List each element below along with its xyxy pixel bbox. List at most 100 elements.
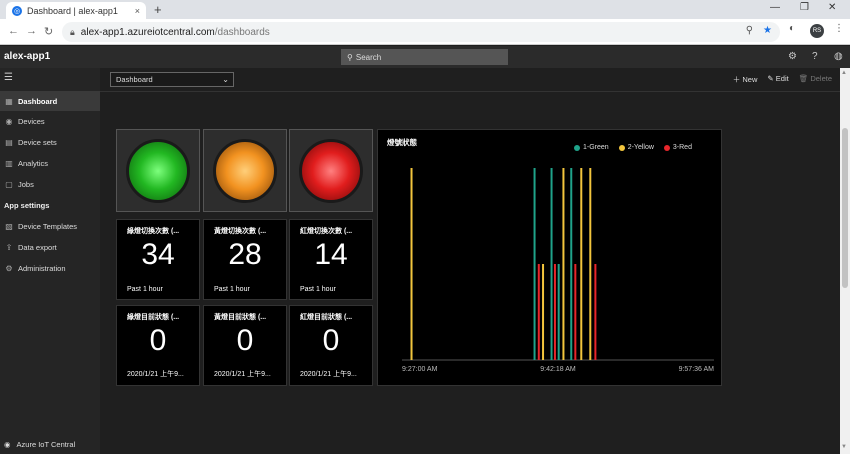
sidebar-section-app-settings: App settings xyxy=(4,201,50,210)
yellow-light-image xyxy=(213,138,277,203)
app-name[interactable]: alex-app1 xyxy=(4,51,50,62)
admin-icon: ⚙ xyxy=(5,263,13,273)
red-switch-count-tile[interactable]: 紅燈切換次數 (... 14 Past 1 hour xyxy=(289,219,373,300)
iot-central-brand[interactable]: ◉ Azure IoT Central xyxy=(4,440,75,449)
green-current-state-tile[interactable]: 綠燈目前狀態 (... 0 2020/1/21 上午9... xyxy=(116,305,200,386)
iot-central-favicon-icon: ◎ xyxy=(12,5,22,16)
scroll-down-icon[interactable]: ▼ xyxy=(841,444,847,450)
device-sets-icon: ▤ xyxy=(5,137,13,147)
x-tick-label: 9:42:18 AM xyxy=(540,366,576,373)
bookmark-star-icon[interactable]: ★ xyxy=(763,25,772,36)
sidebar-item-devices[interactable]: ◉ Devices xyxy=(0,111,100,131)
sidebar-item-label: Devices xyxy=(18,116,45,126)
brand-label: Azure IoT Central xyxy=(16,440,76,449)
account-icon[interactable]: ◍ xyxy=(834,51,843,62)
sidebar-item-dashboard[interactable]: ▦ Dashboard xyxy=(0,91,100,111)
address-bar[interactable]: 🔒︎ alex-app1.azureiotcentral.com/dashboa… xyxy=(62,22,780,42)
kpi-timestamp: 2020/1/21 上午9... xyxy=(214,371,271,378)
delete-label: Delete xyxy=(810,74,832,83)
new-tab-button[interactable]: + xyxy=(154,2,162,17)
back-icon[interactable]: ← xyxy=(8,25,19,37)
minimize-icon[interactable]: — xyxy=(770,2,780,13)
kpi-title: 黃燈切換次數 (... xyxy=(214,228,267,235)
kpi-value: 0 xyxy=(236,324,254,357)
scroll-up-icon[interactable]: ▲ xyxy=(841,70,847,76)
close-window-icon[interactable]: ✕ xyxy=(828,2,836,13)
x-tick-label: 9:27:00 AM xyxy=(402,366,438,373)
yellow-switch-count-tile[interactable]: 黃燈切換次數 (... 28 Past 1 hour xyxy=(203,219,287,300)
delete-button[interactable]: 🗑︎ Delete xyxy=(799,74,832,85)
sidebar-item-label: Device Templates xyxy=(18,221,78,231)
green-light-image xyxy=(126,138,190,203)
kpi-value: 28 xyxy=(228,238,262,271)
forward-icon[interactable]: → xyxy=(26,25,37,37)
sidebar-item-device-sets[interactable]: ▤ Device sets xyxy=(0,132,100,152)
tab-close-icon[interactable]: × xyxy=(135,6,140,16)
red-current-state-tile[interactable]: 紅燈目前狀態 (... 0 2020/1/21 上午9... xyxy=(289,305,373,386)
yellow-light-tile[interactable] xyxy=(203,129,287,212)
kpi-timestamp: 2020/1/21 上午9... xyxy=(127,371,184,378)
jobs-icon: ▢ xyxy=(5,179,13,189)
tab-title: Dashboard | alex-app1 xyxy=(27,5,118,16)
maximize-icon[interactable]: ❐ xyxy=(800,2,809,13)
browser-menu-icon[interactable]: ⋮ xyxy=(834,23,844,34)
edit-label: Edit xyxy=(775,74,789,83)
sidebar-item-administration[interactable]: ⚙ Administration xyxy=(0,258,100,278)
dashboard-actions: ＋ New ✎ Edit 🗑︎ Delete xyxy=(733,74,832,85)
kpi-value: 14 xyxy=(314,238,348,271)
kpi-timeframe: Past 1 hour xyxy=(214,286,250,293)
green-light-tile[interactable] xyxy=(116,129,200,212)
url-path: /dashboards xyxy=(214,26,270,38)
scrollbar-thumb[interactable] xyxy=(842,128,848,288)
kpi-timeframe: Past 1 hour xyxy=(127,286,163,293)
yellow-current-state-tile[interactable]: 黃燈目前狀態 (... 0 2020/1/21 上午9... xyxy=(203,305,287,386)
extension-icon[interactable]: ◐ xyxy=(789,23,795,34)
kpi-value: 34 xyxy=(141,238,175,271)
sidebar-item-jobs[interactable]: ▢ Jobs xyxy=(0,174,100,194)
lock-icon: 🔒︎ xyxy=(70,26,75,37)
kpi-value: 0 xyxy=(149,324,167,357)
search-input[interactable]: ⚲ Search xyxy=(341,49,508,65)
search-icon: ⚲ xyxy=(347,52,353,62)
iot-central-logo-icon: ◉ xyxy=(4,440,11,449)
sidebar-item-analytics[interactable]: ▥ Analytics xyxy=(0,153,100,173)
kpi-title: 紅燈切換次數 (... xyxy=(300,228,353,235)
page-scrollbar[interactable]: ▲ ▼ xyxy=(840,68,850,454)
browser-tab-strip: ◎ Dashboard | alex-app1 × + — ❐ ✕ xyxy=(0,0,850,19)
sidebar-item-label: Administration xyxy=(18,263,66,273)
reload-icon[interactable]: ↻ xyxy=(44,25,53,38)
kpi-title: 黃燈目前狀態 (... xyxy=(214,314,267,321)
chart-plot: 9:27:00 AM 9:42:18 AM 9:57:36 AM xyxy=(402,168,714,373)
sidebar-item-label: Jobs xyxy=(18,179,34,189)
browser-toolbar: ← → ↻ 🔒︎ alex-app1.azureiotcentral.com/d… xyxy=(0,19,850,45)
zoom-icon[interactable]: ⚲ xyxy=(746,25,753,36)
app-header: alex-app1 ⚲ Search ⚙ ? ◍ xyxy=(0,46,850,68)
sidebar-item-device-templates[interactable]: ▧ Device Templates xyxy=(0,216,100,236)
kpi-value: 0 xyxy=(322,324,340,357)
kpi-timestamp: 2020/1/21 上午9... xyxy=(300,371,357,378)
new-button[interactable]: ＋ New xyxy=(733,74,758,85)
hamburger-menu-icon[interactable]: ☰ xyxy=(4,72,13,83)
sidebar-item-label: Dashboard xyxy=(18,96,58,106)
kpi-title: 紅燈目前狀態 (... xyxy=(300,314,353,321)
light-status-chart-tile[interactable]: 燈號狀態 1-Green 2-Yellow 3-Red 9:27:00 AM 9:… xyxy=(377,129,722,386)
profile-avatar[interactable]: RS xyxy=(810,24,824,38)
kpi-title: 綠燈目前狀態 (... xyxy=(127,314,180,321)
kpi-timeframe: Past 1 hour xyxy=(300,286,336,293)
sidebar: ☰ ▦ Dashboard ◉ Devices ▤ Device sets ▥ … xyxy=(0,68,100,454)
dashboard-select-value: Dashboard xyxy=(116,75,153,84)
header-divider xyxy=(100,91,840,92)
dashboard-select[interactable]: Dashboard ⌄ xyxy=(110,72,234,87)
green-switch-count-tile[interactable]: 綠燈切換次數 (... 34 Past 1 hour xyxy=(116,219,200,300)
sidebar-item-data-export[interactable]: ⇪ Data export xyxy=(0,237,100,257)
templates-icon: ▧ xyxy=(5,221,13,231)
settings-gear-icon[interactable]: ⚙ xyxy=(788,51,797,62)
edit-button[interactable]: ✎ Edit xyxy=(767,74,788,85)
export-icon: ⇪ xyxy=(5,242,13,252)
red-light-image xyxy=(299,138,363,203)
chevron-down-icon: ⌄ xyxy=(222,75,229,84)
help-icon[interactable]: ? xyxy=(812,51,818,62)
url-host: alex-app1.azureiotcentral.com xyxy=(80,26,215,38)
browser-tab[interactable]: ◎ Dashboard | alex-app1 × xyxy=(6,2,146,19)
red-light-tile[interactable] xyxy=(289,129,373,212)
